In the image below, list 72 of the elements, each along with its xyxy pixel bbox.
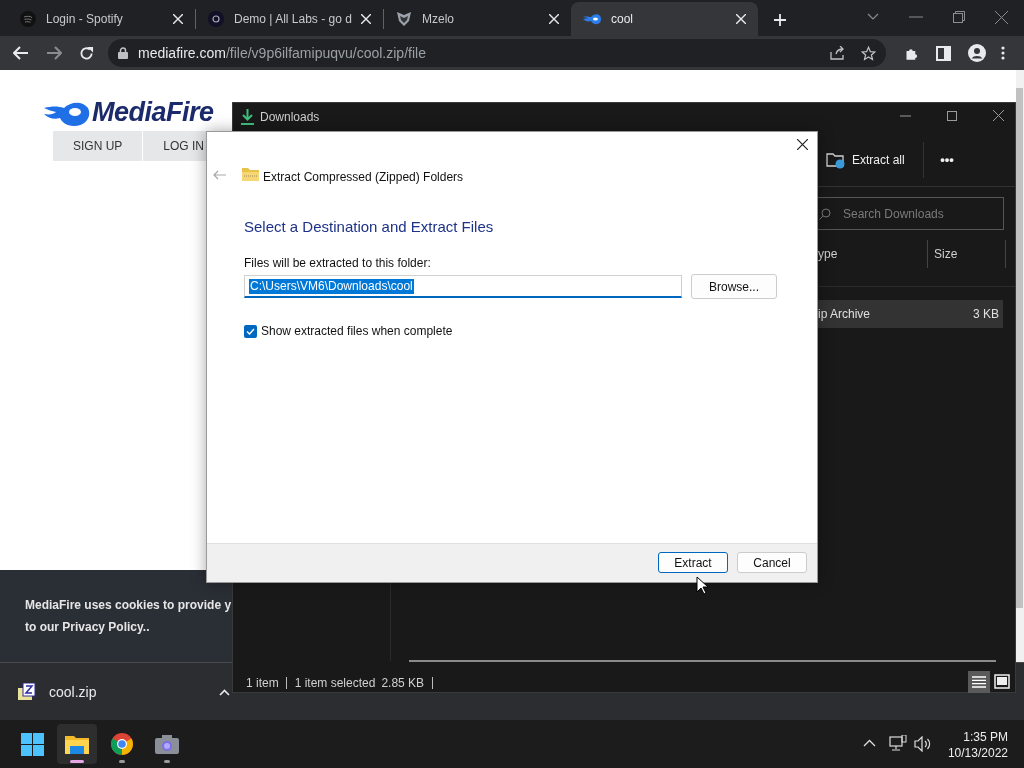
status-text: 1 item bbox=[246, 675, 279, 692]
dialog-title: Extract Compressed (Zipped) Folders bbox=[263, 169, 464, 186]
details-view-button[interactable] bbox=[968, 671, 990, 693]
tiles-view-icon[interactable] bbox=[994, 674, 1010, 689]
menu-icon[interactable] bbox=[1001, 46, 1005, 60]
zip-file-icon bbox=[18, 683, 36, 701]
list-lines-icon bbox=[972, 676, 986, 688]
restore-icon[interactable] bbox=[953, 11, 965, 23]
address-bar[interactable]: mediafire.com/file/v9p6ilfamipuqvu/cool.zip/file bbox=[108, 39, 886, 67]
extract-all-button[interactable]: Extract all bbox=[824, 146, 907, 174]
more-options-button[interactable]: ••• bbox=[933, 148, 961, 172]
folder-icon bbox=[65, 734, 89, 754]
browser-tab[interactable]: cool bbox=[571, 2, 758, 36]
close-icon[interactable] bbox=[797, 139, 808, 150]
nav-link[interactable]: SIGN UP bbox=[53, 131, 144, 161]
zipped-folder-icon bbox=[242, 167, 259, 182]
browser-tab[interactable]: Mzelo bbox=[384, 2, 571, 36]
circle-logo-icon bbox=[208, 11, 224, 27]
horizontal-scrollbar[interactable] bbox=[409, 660, 996, 662]
mediafire-logo-text: MediaFire bbox=[92, 96, 214, 129]
browser-tab[interactable]: Demo | All Labs - go d bbox=[196, 2, 383, 36]
maximize-icon[interactable] bbox=[947, 110, 957, 121]
search-icon bbox=[819, 207, 831, 220]
dialog-heading: Select a Destination and Extract Files bbox=[244, 217, 494, 237]
chrome-icon bbox=[111, 733, 133, 755]
check-icon bbox=[246, 327, 255, 335]
column-header[interactable]: Size bbox=[928, 240, 1006, 268]
download-icon bbox=[241, 109, 254, 125]
minimize-icon[interactable] bbox=[900, 114, 911, 117]
close-icon[interactable] bbox=[993, 110, 1004, 121]
destination-field[interactable]: C:\Users\VM6\Downloads\cool bbox=[244, 275, 682, 298]
table-cell-text: ip Archive bbox=[818, 306, 872, 323]
browser-tab[interactable]: Login - Spotify bbox=[8, 2, 195, 36]
table-cell-text: 3 KB bbox=[973, 306, 999, 323]
status-text: 1 item selected bbox=[285, 677, 376, 689]
status-text: 2.85 KB bbox=[381, 677, 434, 689]
windows-start-icon[interactable] bbox=[21, 733, 44, 756]
share-icon[interactable] bbox=[830, 46, 845, 60]
show-files-checkbox[interactable]: Show extracted files when complete bbox=[244, 322, 453, 340]
volume-icon[interactable] bbox=[914, 736, 932, 752]
lock-icon bbox=[118, 47, 128, 59]
plus-icon bbox=[773, 13, 787, 27]
cookie-notice-text: to our Privacy Policy.. bbox=[25, 619, 151, 636]
browse-button[interactable]: Browse... bbox=[691, 274, 777, 299]
caret-icon bbox=[219, 688, 230, 696]
star-icon[interactable] bbox=[861, 45, 876, 61]
chevron-up-icon[interactable] bbox=[863, 739, 876, 747]
mouse-pointer-icon bbox=[696, 576, 708, 595]
flame-logo-icon bbox=[583, 13, 601, 25]
network-icon[interactable] bbox=[889, 735, 907, 752]
back-icon[interactable] bbox=[13, 46, 29, 60]
folder-icon bbox=[826, 151, 845, 169]
file-row[interactable]: ip Archive 3 KB bbox=[818, 300, 1003, 328]
camera-icon bbox=[155, 734, 179, 754]
window-title: Downloads bbox=[260, 109, 320, 126]
field-label: Files will be extracted to this folder: bbox=[244, 255, 431, 272]
dialog-button[interactable]: Extract bbox=[658, 552, 728, 573]
dialog-button[interactable]: Cancel bbox=[737, 552, 807, 573]
side-panel-icon[interactable] bbox=[936, 45, 951, 61]
shield-logo-icon bbox=[396, 11, 412, 27]
download-item[interactable]: cool.zip bbox=[18, 680, 230, 704]
url-text: mediafire.com/file/v9p6ilfamipuqvu/cool.zip/file bbox=[138, 43, 426, 63]
cookie-notice-text: MediaFire uses cookies to provide y bbox=[25, 597, 232, 614]
reload-icon[interactable] bbox=[79, 45, 94, 61]
taskbar-app-button[interactable] bbox=[57, 724, 97, 764]
circle-logo-icon bbox=[20, 11, 36, 27]
profile-icon[interactable] bbox=[968, 44, 986, 62]
tab-search-icon[interactable] bbox=[867, 13, 879, 21]
file-name: cool.zip bbox=[49, 682, 97, 702]
clock[interactable]: 1:35 PM 10/13/2022 bbox=[940, 729, 1008, 761]
forward-icon[interactable] bbox=[46, 46, 62, 60]
page-scrollbar[interactable] bbox=[1016, 70, 1024, 662]
